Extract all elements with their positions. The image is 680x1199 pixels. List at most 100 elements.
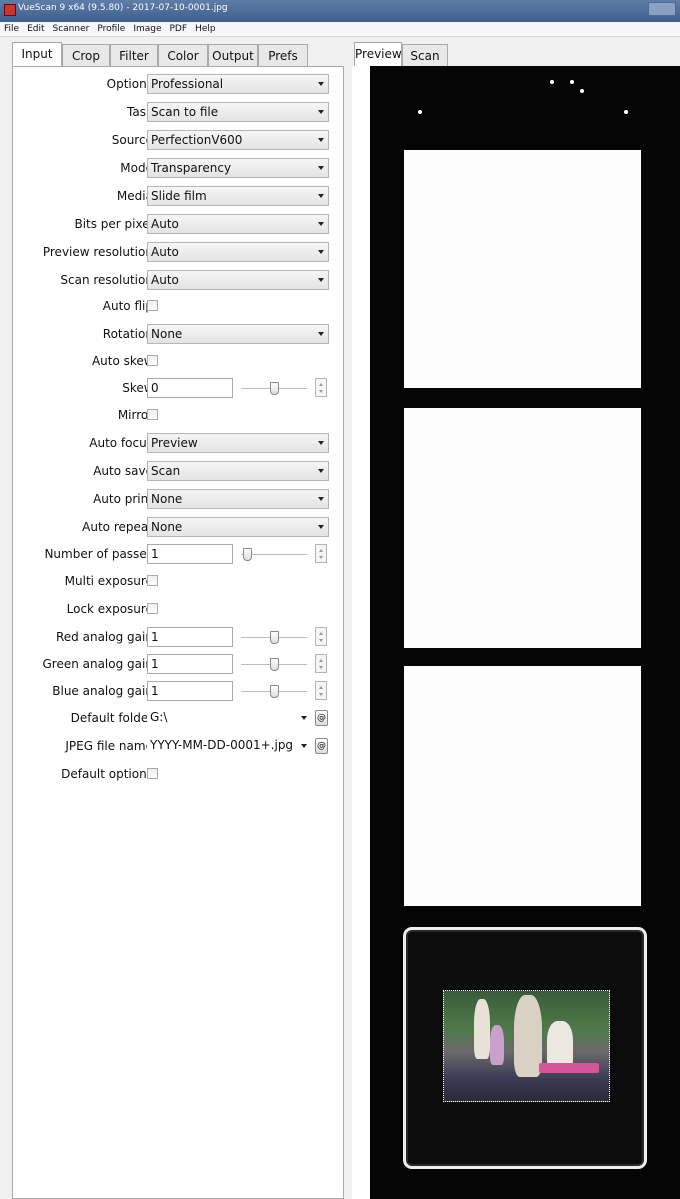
scan-resolution-row: Scan resolution: Auto bbox=[13, 270, 343, 292]
chevron-down-icon bbox=[318, 441, 324, 445]
jpeg-name-value: YYYY-MM-DD-0001+.jpg bbox=[150, 738, 294, 752]
chevron-down-icon bbox=[318, 222, 324, 226]
lock-exposure-checkbox[interactable] bbox=[147, 603, 158, 614]
chevron-down-icon bbox=[318, 332, 324, 336]
menu-pdf[interactable]: PDF bbox=[166, 22, 192, 36]
auto-save-dropdown[interactable]: Scan bbox=[147, 461, 329, 481]
tab-color[interactable]: Color bbox=[158, 44, 208, 66]
auto-flip-row: Auto flip: bbox=[13, 296, 343, 318]
auto-print-dropdown[interactable]: None bbox=[147, 489, 329, 509]
bits-dropdown[interactable]: Auto bbox=[147, 214, 329, 234]
scan-resolution-dropdown[interactable]: Auto bbox=[147, 270, 329, 290]
window-controls[interactable] bbox=[648, 2, 676, 16]
spin-up-icon bbox=[319, 549, 323, 552]
auto-repeat-row: Auto repeat: None bbox=[13, 517, 343, 539]
default-folder-label: Default folder: bbox=[70, 711, 157, 725]
auto-save-row: Auto save: Scan bbox=[13, 461, 343, 483]
task-value: Scan to file bbox=[151, 105, 219, 119]
blue-gain-row: Blue analog gain: 1 bbox=[13, 681, 343, 703]
green-gain-slider-thumb[interactable] bbox=[270, 658, 279, 671]
dust-spot bbox=[550, 80, 554, 84]
menu-scanner[interactable]: Scanner bbox=[49, 22, 94, 36]
chevron-down-icon bbox=[318, 278, 324, 282]
menu-file[interactable]: File bbox=[0, 22, 23, 36]
slide-mount bbox=[406, 930, 644, 1166]
menu-image[interactable]: Image bbox=[129, 22, 165, 36]
scan-resolution-value: Auto bbox=[151, 273, 179, 287]
passes-spinner[interactable] bbox=[315, 544, 327, 563]
menu-edit[interactable]: Edit bbox=[23, 22, 48, 36]
tab-crop[interactable]: Crop bbox=[62, 44, 110, 66]
task-row: Task: Scan to file bbox=[13, 102, 343, 124]
default-folder-browse-button[interactable]: @ bbox=[315, 710, 328, 726]
empty-slide-frame-3 bbox=[404, 666, 641, 906]
green-gain-spinner[interactable] bbox=[315, 654, 327, 673]
skew-slider-thumb[interactable] bbox=[270, 382, 279, 395]
blue-gain-slider-thumb[interactable] bbox=[270, 685, 279, 698]
auto-skew-row: Auto skew: bbox=[13, 351, 343, 373]
red-gain-spinner[interactable] bbox=[315, 627, 327, 646]
red-gain-field[interactable]: 1 bbox=[147, 627, 233, 647]
auto-print-row: Auto print: None bbox=[13, 489, 343, 511]
media-dropdown[interactable]: Slide film bbox=[147, 186, 329, 206]
blue-gain-field[interactable]: 1 bbox=[147, 681, 233, 701]
spin-down-icon bbox=[319, 693, 323, 696]
jpeg-name-field[interactable]: YYYY-MM-DD-0001+.jpg bbox=[147, 736, 311, 756]
lock-exposure-row: Lock exposure: bbox=[13, 599, 343, 621]
menu-help[interactable]: Help bbox=[191, 22, 220, 36]
jpeg-name-label: JPEG file name: bbox=[65, 739, 157, 753]
scan-preview-image[interactable] bbox=[370, 66, 680, 1199]
auto-skew-checkbox[interactable] bbox=[147, 355, 158, 366]
tab-input[interactable]: Input bbox=[12, 42, 62, 66]
mode-dropdown[interactable]: Transparency bbox=[147, 158, 329, 178]
chevron-down-icon bbox=[318, 82, 324, 86]
tab-preview[interactable]: Preview bbox=[354, 42, 402, 66]
green-gain-field[interactable]: 1 bbox=[147, 654, 233, 674]
red-gain-slider-thumb[interactable] bbox=[270, 631, 279, 644]
photo-figure bbox=[514, 995, 542, 1077]
chevron-down-icon bbox=[318, 497, 324, 501]
spin-down-icon bbox=[319, 639, 323, 642]
preview-pane[interactable] bbox=[352, 66, 680, 1199]
auto-flip-checkbox[interactable] bbox=[147, 300, 158, 311]
bits-row: Bits per pixel: Auto bbox=[13, 214, 343, 236]
auto-repeat-dropdown[interactable]: None bbox=[147, 517, 329, 537]
media-value: Slide film bbox=[151, 189, 207, 203]
mode-row: Mode: Transparency bbox=[13, 158, 343, 180]
skew-field[interactable]: 0 bbox=[147, 378, 233, 398]
tab-filter[interactable]: Filter bbox=[110, 44, 158, 66]
passes-label: Number of passes: bbox=[44, 547, 157, 561]
media-row: Media: Slide film bbox=[13, 186, 343, 208]
mirror-checkbox[interactable] bbox=[147, 409, 158, 420]
rotation-dropdown[interactable]: None bbox=[147, 324, 329, 344]
red-gain-label: Red analog gain: bbox=[56, 630, 157, 644]
default-folder-field[interactable]: G:\ bbox=[147, 708, 311, 728]
empty-slide-frame-2 bbox=[404, 408, 641, 648]
passes-field[interactable]: 1 bbox=[147, 544, 233, 564]
skew-spinner[interactable] bbox=[315, 378, 327, 397]
default-folder-value: G:\ bbox=[150, 710, 168, 724]
chevron-down-icon bbox=[318, 250, 324, 254]
multi-exposure-checkbox[interactable] bbox=[147, 575, 158, 586]
tab-output[interactable]: Output bbox=[208, 44, 258, 66]
chevron-down-icon bbox=[318, 469, 324, 473]
scan-resolution-label: Scan resolution: bbox=[60, 273, 157, 287]
default-options-checkbox[interactable] bbox=[147, 768, 158, 779]
tab-scan[interactable]: Scan bbox=[402, 44, 448, 66]
bits-value: Auto bbox=[151, 217, 179, 231]
blue-gain-spinner[interactable] bbox=[315, 681, 327, 700]
task-dropdown[interactable]: Scan to file bbox=[147, 102, 329, 122]
source-dropdown[interactable]: PerfectionV600 bbox=[147, 130, 329, 150]
preview-resolution-dropdown[interactable]: Auto bbox=[147, 242, 329, 262]
window-title: VueScan 9 x64 (9.5.80) - 2017-07-10-0001… bbox=[18, 3, 228, 13]
passes-slider-thumb[interactable] bbox=[243, 548, 252, 561]
slide-photo-crop[interactable] bbox=[443, 990, 610, 1102]
jpeg-name-browse-button[interactable]: @ bbox=[315, 738, 328, 754]
chevron-down-icon bbox=[318, 525, 324, 529]
source-value: PerfectionV600 bbox=[151, 133, 243, 147]
tab-prefs[interactable]: Prefs bbox=[258, 44, 308, 66]
auto-focus-dropdown[interactable]: Preview bbox=[147, 433, 329, 453]
default-folder-row: Default folder: G:\ @ bbox=[13, 708, 343, 730]
menu-profile[interactable]: Profile bbox=[93, 22, 129, 36]
options-dropdown[interactable]: Professional bbox=[147, 74, 329, 94]
